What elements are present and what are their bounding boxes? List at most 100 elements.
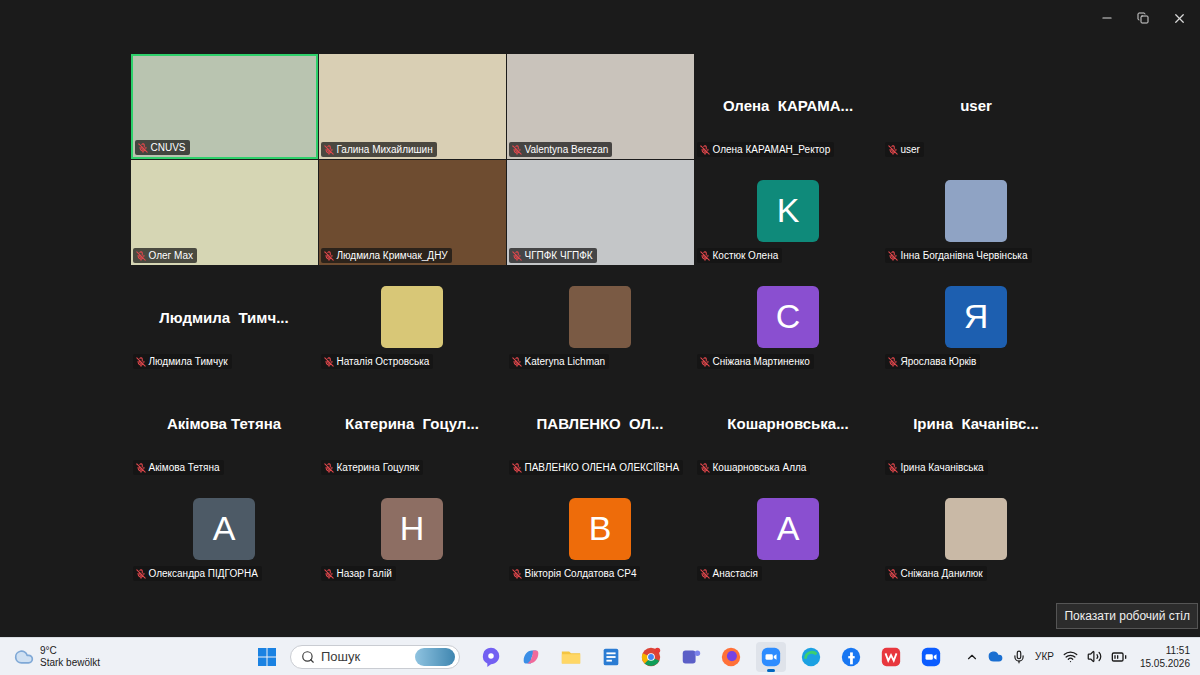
clock[interactable]: 11:5115.05.2026 [1140, 644, 1190, 670]
participant-tile[interactable]: Ірина Качанівс...Ірина Качанівська [883, 372, 1070, 477]
start-button[interactable] [254, 644, 280, 670]
system-tray: УКР 11:5115.05.2026 [965, 644, 1200, 670]
volume-icon[interactable] [1087, 649, 1102, 664]
taskbar-app[interactable] [756, 642, 786, 672]
participant-name-display: Акімова Тетяна [167, 415, 281, 432]
cloud-icon [14, 647, 34, 667]
participant-tile[interactable]: CNUVS [131, 54, 318, 159]
participant-tile[interactable]: С Сніжана Мартиненко [695, 266, 882, 371]
participant-label: Галина Михайлишин [321, 142, 437, 157]
muted-mic-icon [512, 357, 522, 367]
participant-name-display: Людмила Тимч... [159, 309, 288, 326]
avatar-photo [569, 286, 631, 348]
participant-label: Ірина Качанівська [885, 460, 988, 475]
participant-tile[interactable]: ВВікторія Солдатова СР4 [507, 478, 694, 583]
participant-name-display: Кошарновська... [727, 415, 848, 432]
taskbar-app[interactable] [596, 642, 626, 672]
close-button[interactable] [1164, 5, 1194, 31]
muted-mic-icon [136, 463, 146, 473]
muted-mic-icon [136, 251, 146, 261]
participant-tile[interactable]: ННазар Галій [319, 478, 506, 583]
participant-label: Кошарновська Алла [697, 460, 811, 475]
muted-mic-icon [700, 357, 710, 367]
participant-tile[interactable]: Сніжана Данилюк [883, 478, 1070, 583]
muted-mic-icon [512, 463, 522, 473]
participant-tile[interactable]: Kateryna Lichman [507, 266, 694, 371]
participant-tile[interactable]: AОлександра ПІДГОРНА [131, 478, 318, 583]
participant-tile[interactable]: ПАВЛЕНКО ОЛ...ПАВЛЕНКО ОЛЕНА ОЛЕКСІЇВНА [507, 372, 694, 477]
windows-logo-icon [258, 648, 276, 666]
onedrive-cloud-icon[interactable] [988, 649, 1003, 664]
participant-label: Наталія Островська [321, 354, 434, 369]
language-indicator[interactable]: УКР [1035, 651, 1054, 662]
participant-label: Анастасія [697, 566, 762, 581]
participant-tile[interactable]: Кошарновська... Кошарновська Алла [695, 372, 882, 477]
minimize-button[interactable] [1092, 5, 1122, 31]
participant-tile[interactable]: ААнастасія [695, 478, 882, 583]
participant-tile[interactable]: useruser [883, 54, 1070, 159]
participant-label: Людмила Кримчак_ДНУ [321, 248, 452, 263]
participant-name-display: Катерина Гоцул... [345, 415, 479, 432]
participant-tile[interactable]: Акімова Тетяна Акімова Тетяна [131, 372, 318, 477]
chrome-icon [640, 646, 662, 668]
participant-label: Олександра ПІДГОРНА [133, 566, 262, 581]
taskbar-app[interactable] [676, 642, 706, 672]
notes-icon [600, 646, 622, 668]
taskbar-app[interactable] [516, 642, 546, 672]
participant-tile[interactable]: Наталія Островська [319, 266, 506, 371]
avatar-photo [381, 286, 443, 348]
muted-mic-icon [512, 251, 522, 261]
participant-label: Сніжана Мартиненко [697, 354, 814, 369]
participant-label: Вікторія Солдатова СР4 [509, 566, 641, 581]
participant-label: ПАВЛЕНКО ОЛЕНА ОЛЕКСІЇВНА [509, 460, 684, 475]
close-icon [1172, 11, 1187, 26]
taskbar-app[interactable] [836, 642, 866, 672]
search-box[interactable]: Пошук [290, 645, 460, 669]
letter-avatar: С [757, 286, 819, 348]
tooltip: Показати робочий стіл [1056, 603, 1198, 629]
firefox-icon [720, 646, 742, 668]
wifi-icon[interactable] [1063, 649, 1078, 664]
participant-label: Назар Галій [321, 566, 396, 581]
participant-tile[interactable]: ЧГПФК ЧГПФК [507, 160, 694, 265]
search-placeholder: Пошук [321, 649, 409, 664]
muted-mic-icon [700, 251, 710, 261]
muted-mic-icon [888, 357, 898, 367]
participant-name-display: Олена КАРАМА... [723, 97, 853, 114]
weather-widget[interactable]: 9°CStark bewölkt [0, 645, 100, 669]
battery-icon[interactable] [1111, 649, 1127, 665]
participant-label: Людмила Тимчук [133, 354, 232, 369]
chevron-up-icon[interactable] [965, 650, 979, 664]
taskbar-app[interactable] [876, 642, 906, 672]
participant-tile[interactable]: ЯЯрослава Юрків [883, 266, 1070, 371]
minimize-icon [1100, 11, 1114, 25]
muted-mic-icon [512, 145, 522, 155]
taskbar-app[interactable] [556, 642, 586, 672]
zoom-meeting-screen: CNUVSГалина МихайлишинValentyna BerezanО… [0, 0, 1200, 675]
participant-tile[interactable]: Катерина Гоцул...Катерина Гоцуляк [319, 372, 506, 477]
taskbar-app[interactable] [916, 642, 946, 672]
taskbar-app[interactable] [636, 642, 666, 672]
muted-mic-icon [324, 145, 334, 155]
participant-label: Акімова Тетяна [133, 460, 224, 475]
taskbar-app[interactable] [716, 642, 746, 672]
participant-tile[interactable]: Людмила Кримчак_ДНУ [319, 160, 506, 265]
participant-tile[interactable]: Олена КАРАМА...Олена КАРАМАН_Ректор [695, 54, 882, 159]
participant-tile[interactable]: Олег Мах [131, 160, 318, 265]
taskbar-app[interactable] [796, 642, 826, 672]
muted-mic-icon [324, 569, 334, 579]
microphone-icon[interactable] [1012, 650, 1026, 664]
muted-mic-icon [324, 251, 334, 261]
workplace-icon [920, 646, 942, 668]
facebook-icon [840, 646, 862, 668]
participant-tile[interactable]: Людмила Тимч... Людмила Тимчук [131, 266, 318, 371]
avatar-photo [945, 498, 1007, 560]
participant-tile[interactable]: Valentyna Berezan [507, 54, 694, 159]
taskbar-app[interactable] [476, 642, 506, 672]
muted-mic-icon [888, 145, 898, 155]
participant-tile[interactable]: Інна Богданівна Червінська [883, 160, 1070, 265]
participant-tile[interactable]: Галина Михайлишин [319, 54, 506, 159]
participant-tile[interactable]: KКостюк Олена [695, 160, 882, 265]
restore-button[interactable] [1128, 5, 1158, 31]
muted-mic-icon [888, 463, 898, 473]
